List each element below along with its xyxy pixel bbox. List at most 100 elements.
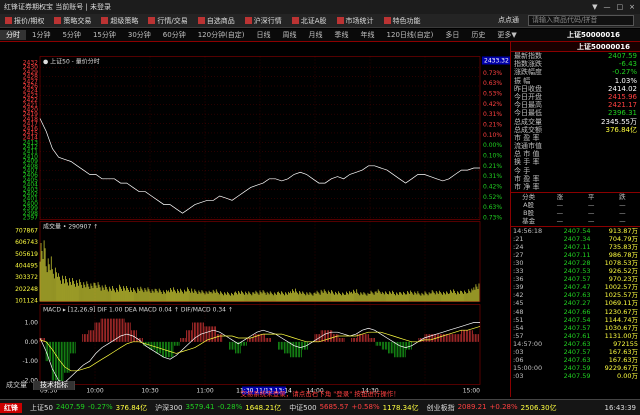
tick-price: 2407.63 (563, 291, 591, 300)
tick-volume: 735.83万 (608, 242, 638, 251)
tick-volume: 1230.67万 (604, 307, 638, 316)
index-item[interactable]: 沪深300 3579.41 -0.28% 1648.21亿 (151, 403, 285, 413)
tick-volume: 1025.57万 (604, 291, 638, 300)
period-tab[interactable]: 分时 (0, 30, 26, 40)
index-chg: +0.58% (351, 402, 380, 411)
index-name: 中证500 (289, 403, 317, 412)
menu-favorite[interactable]: 自选商品 (193, 16, 240, 26)
menu-super[interactable]: 超级策略 (96, 16, 143, 26)
breadth-cell: — (587, 209, 595, 218)
menu-bj[interactable]: 北证A股 (287, 16, 332, 26)
quote-row: 总成交量 2345.55万 (511, 118, 640, 126)
period-tab[interactable]: 120分钟(自定) (192, 30, 251, 40)
menu-label: 沪深行情 (253, 16, 282, 25)
menu-label: 特色功能 (392, 16, 421, 25)
current-price-label: 2433.32 (484, 58, 509, 65)
quote-value: 1.03% (614, 76, 637, 85)
tab-volume[interactable]: 成交量 (0, 381, 34, 390)
dropdown-icon[interactable]: ▼ (592, 3, 597, 11)
menu-label: 市场统计 (345, 16, 374, 25)
quote-row: 振 幅 1.03% (511, 77, 640, 85)
quote-value: 2421.17 (608, 101, 637, 110)
search-button[interactable]: 点点通 (498, 15, 519, 25)
quote-label: 换 手 率 (514, 158, 540, 167)
quote-label: 总成交量 (514, 117, 542, 126)
period-tab[interactable]: 月线 (303, 30, 329, 40)
tick-time: :33 (513, 267, 524, 276)
breadth-cell: — (556, 217, 564, 226)
index-item[interactable]: 中证500 5685.57 +0.58% 1178.34亿 (285, 403, 422, 413)
menu-quote[interactable]: 报价/期权 (0, 16, 49, 26)
menu-stats[interactable]: 市场统计 (332, 16, 379, 26)
tick-time: :24 (513, 242, 524, 251)
breadth-cell: — (619, 217, 626, 226)
index-value: 2089.21 (457, 402, 487, 411)
menu-strategy[interactable]: 策略交易 (49, 16, 96, 26)
tick-volume: 167.63万 (608, 356, 638, 365)
tick-price: 2407.57 (563, 323, 591, 332)
quote-value: 2407.59 (608, 52, 637, 60)
menu-hs[interactable]: 沪深行情 (240, 16, 287, 26)
tick-time: :36 (513, 275, 524, 284)
breadth-header-cell: 跌 (619, 193, 626, 202)
volume-tick-label: 202248 (15, 286, 38, 293)
menu-label: 自选商品 (206, 16, 235, 25)
index-value: 2407.59 (55, 402, 85, 411)
menu-market[interactable]: 行情/交易 (143, 16, 192, 26)
tick-price: 2407.63 (563, 339, 591, 348)
symbol-header: 上证50000016 (511, 42, 640, 52)
search-input[interactable]: 请输入商品代码/拼音 (528, 15, 634, 26)
favorite-icon (197, 17, 205, 24)
period-tab[interactable]: 历史 (465, 30, 491, 40)
period-tab[interactable]: 15分钟 (87, 30, 122, 40)
clock: 16:43:39 (604, 403, 636, 412)
tick-time: :42 (513, 291, 524, 300)
strategy-icon (54, 17, 62, 24)
window-title: 红锋证券期权宝 当前账号 | 未登录 (4, 3, 112, 11)
menu-label: 报价/期权 (14, 16, 45, 25)
period-tab[interactable]: 120日线(自定) (381, 30, 440, 40)
period-tab[interactable]: 60分钟 (157, 30, 192, 40)
tick-row: :27 2407.11 986.78万 (511, 251, 640, 259)
tick-row: :06 2407.63 167.63万 (511, 356, 640, 364)
price-tick-label: 2397 (23, 215, 38, 222)
period-tab[interactable]: 日线 (251, 30, 277, 40)
period-tab[interactable]: 多日 (439, 30, 465, 40)
period-tab[interactable]: 更多▼ (491, 30, 522, 40)
close-icon[interactable]: × (629, 3, 635, 11)
period-tab[interactable]: 30分钟 (122, 30, 157, 40)
window-controls: ▼ — □ × (592, 3, 640, 11)
logo: 红锋 (0, 402, 22, 413)
tick-volume: 1069.11万 (604, 299, 638, 308)
minimize-icon[interactable]: — (604, 3, 611, 11)
period-tab[interactable]: 1分钟 (26, 30, 56, 40)
macd-dif-line (39, 322, 480, 383)
pct-tick-label: 0.53% (483, 91, 502, 98)
menu-label: 行情/交易 (157, 16, 188, 25)
index-name: 创业板指 (426, 403, 455, 412)
period-tab[interactable]: 周线 (277, 30, 303, 40)
tab-indicator[interactable]: 技术指标 (34, 381, 75, 390)
volume-tick-label: 707867 (15, 228, 38, 235)
breadth-cell: — (619, 201, 626, 210)
price-line (39, 118, 480, 214)
volume-tick-label: 505619 (15, 251, 38, 258)
index-item[interactable]: 创业板指 2089.21 +0.28% 2506.30亿 (423, 403, 561, 413)
quote-value (572, 183, 637, 191)
index-item[interactable]: 上证50 2407.59 -0.27% 376.84亿 (26, 403, 151, 413)
market-icon (148, 17, 156, 24)
breadth-row: A股 — — — (511, 201, 640, 209)
bj-icon (291, 17, 299, 24)
period-tab[interactable]: 年线 (355, 30, 381, 40)
menu-feature[interactable]: 特色功能 (379, 16, 426, 26)
period-tab[interactable]: 季线 (329, 30, 355, 40)
stats-icon (336, 17, 344, 24)
pct-tick-label: 0.73% (483, 70, 502, 77)
period-bar: 分时 1分钟 5分钟 15分钟 30分钟 60分钟 120分钟(自定) 日线 周线 月线 季线 年线 1… (0, 29, 640, 42)
pct-tick-label: 0.52% (483, 194, 502, 201)
tick-time: :03 (513, 372, 524, 381)
tick-row: 14:57:00 2407.63 972155 (511, 340, 640, 348)
maximize-icon[interactable]: □ (617, 3, 624, 11)
macd-legend: MACD ▸ [12,26,9] DIF 1.00 DEA MACD 0.04 … (43, 307, 233, 314)
period-tab[interactable]: 5分钟 (56, 30, 86, 40)
